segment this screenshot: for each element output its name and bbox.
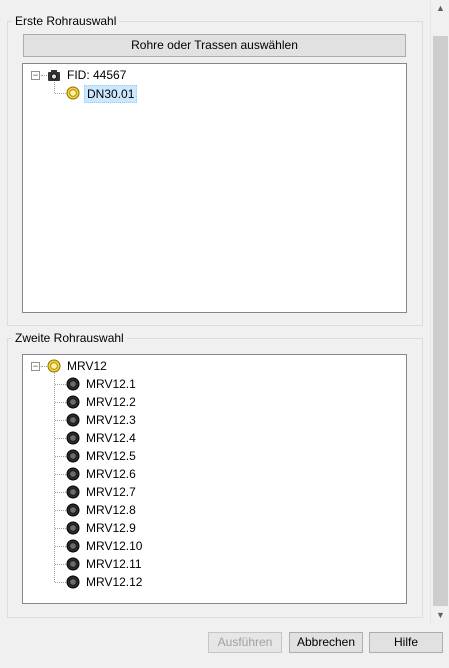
- tree-connector: [54, 82, 55, 93]
- tree-node-label: MRV12.5: [86, 449, 136, 463]
- tree-node-label: MRV12: [67, 359, 107, 373]
- second-pipe-selection-title: Zweite Rohrauswahl: [12, 331, 127, 345]
- tree-node-label: MRV12.12: [86, 575, 143, 589]
- vertical-scrollbar[interactable]: ▲ ▼: [430, 0, 449, 624]
- collapse-icon[interactable]: −: [31, 71, 40, 80]
- run-button[interactable]: Ausführen: [208, 632, 282, 653]
- cancel-button[interactable]: Abbrechen: [289, 632, 363, 653]
- tree-connector: [55, 420, 66, 421]
- tree-connector: [55, 492, 66, 493]
- second-selection-tree[interactable]: − MRV12 MRV12.1 MRV12.2 MRV12.3 MRV12.4 MRV12.…: [22, 354, 407, 604]
- yellow-pipe-icon: [66, 86, 80, 100]
- black-pipe-icon: [66, 467, 80, 481]
- black-pipe-icon: [66, 539, 80, 553]
- camera-icon: [48, 70, 60, 81]
- tree-node-label: MRV12.2: [86, 395, 136, 409]
- collapse-icon[interactable]: −: [31, 362, 40, 371]
- tree-connector: [54, 373, 55, 582]
- tree-connector: [55, 402, 66, 403]
- black-pipe-icon: [66, 413, 80, 427]
- scroll-up-arrow-icon[interactable]: ▲: [431, 0, 449, 17]
- select-pipes-button[interactable]: Rohre oder Trassen auswählen: [23, 34, 406, 57]
- tree-node-label: MRV12.3: [86, 413, 136, 427]
- tree-node-label: MRV12.1: [86, 377, 136, 391]
- black-pipe-icon: [66, 575, 80, 589]
- tree-connector: [55, 438, 66, 439]
- tree-connector: [55, 474, 66, 475]
- tree-connector: [55, 93, 66, 94]
- tree-connector: [55, 384, 66, 385]
- first-pipe-selection-title: Erste Rohrauswahl: [12, 14, 120, 28]
- black-pipe-icon: [66, 377, 80, 391]
- tree-connector: [55, 510, 66, 511]
- black-pipe-icon: [66, 449, 80, 463]
- tree-connector: [55, 564, 66, 565]
- black-pipe-icon: [66, 503, 80, 517]
- black-pipe-icon: [66, 485, 80, 499]
- tree-node-label: MRV12.7: [86, 485, 136, 499]
- black-pipe-icon: [66, 395, 80, 409]
- tree-connector: [55, 456, 66, 457]
- tree-node-label: MRV12.6: [86, 467, 136, 481]
- tree-node-label: MRV12.10: [86, 539, 143, 553]
- yellow-pipe-icon: [47, 359, 61, 373]
- tree-connector: [55, 528, 66, 529]
- tree-node-label: FID: 44567: [67, 68, 127, 82]
- tree-node-label: MRV12.4: [86, 431, 136, 445]
- black-pipe-icon: [66, 557, 80, 571]
- tree-node-label: MRV12.8: [86, 503, 136, 517]
- black-pipe-icon: [66, 431, 80, 445]
- tree-connector: [55, 582, 66, 583]
- selected-tree-node-label: DN30.01: [84, 85, 138, 103]
- help-button[interactable]: Hilfe: [369, 632, 443, 653]
- scroll-down-arrow-icon[interactable]: ▼: [431, 607, 449, 624]
- first-selection-tree[interactable]: − FID: 44567 DN30.01: [22, 63, 407, 313]
- tree-connector: [55, 546, 66, 547]
- scrollbar-thumb[interactable]: [433, 36, 448, 606]
- black-pipe-icon: [66, 521, 80, 535]
- tree-node-label: MRV12.9: [86, 521, 136, 535]
- tree-node-label: MRV12.11: [86, 557, 142, 571]
